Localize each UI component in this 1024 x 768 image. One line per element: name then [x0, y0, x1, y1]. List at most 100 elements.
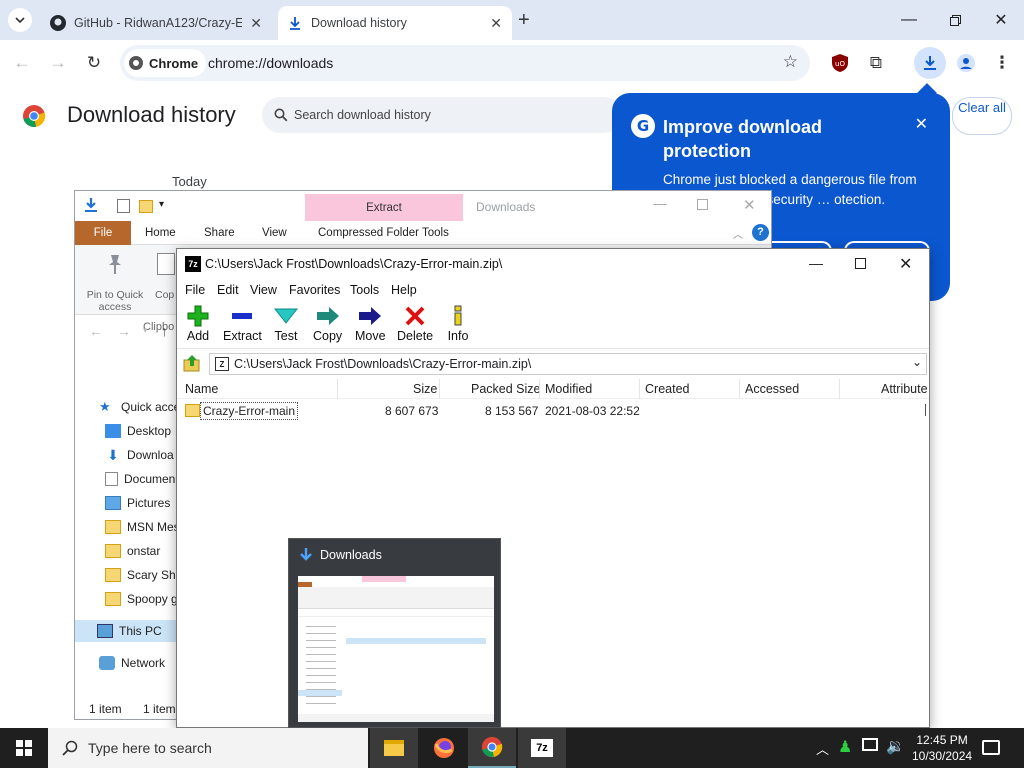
person-icon[interactable]: ♟	[838, 737, 852, 757]
menu-favorites[interactable]: Favorites	[289, 283, 340, 297]
chrome-logo-icon	[23, 105, 46, 127]
ribbon-tab-compressed[interactable]: Compressed Folder Tools	[318, 221, 449, 245]
taskbar-app-firefox[interactable]	[420, 728, 468, 768]
bookmark-star-icon[interactable]: ☆	[783, 52, 798, 72]
close-window-button[interactable]: ✕	[899, 254, 912, 274]
tab-search-button[interactable]	[8, 8, 32, 32]
ribbon-tab-home[interactable]: Home	[145, 221, 176, 245]
close-icon[interactable]: ✕	[490, 15, 502, 32]
column-modified[interactable]: Modified	[545, 382, 592, 396]
desktop-icon	[105, 424, 121, 438]
taskbar-app-7zip[interactable]: 7z	[518, 728, 566, 768]
restore-button[interactable]	[932, 0, 978, 40]
menu-edit[interactable]: Edit	[217, 283, 239, 297]
sidebar-item-downloads[interactable]: ⬇ Downloa	[105, 444, 185, 466]
downloads-toolbar-button[interactable]	[914, 47, 946, 79]
minimize-button[interactable]: —	[653, 195, 667, 211]
folder-icon[interactable]	[139, 200, 153, 213]
omnibox[interactable]: Chrome chrome://downloads ☆	[120, 45, 810, 81]
forward-button[interactable]: →	[44, 49, 72, 77]
menu-file[interactable]: File	[185, 283, 205, 297]
tab-github[interactable]: GitHub - RidwanA123/Crazy-Err ✕	[40, 6, 272, 40]
extract-context-tab[interactable]: Extract	[305, 194, 463, 221]
properties-icon[interactable]	[117, 199, 130, 213]
back-button[interactable]: ←	[89, 323, 103, 339]
start-button[interactable]	[0, 728, 48, 768]
delete-button[interactable]: Delete	[397, 303, 433, 343]
close-window-button[interactable]: ✕	[743, 196, 756, 214]
taskbar-clock[interactable]: 12:45 PM 10/30/2024	[912, 732, 972, 764]
column-accessed[interactable]: Accessed	[745, 382, 799, 396]
sidebar-item-documents[interactable]: Documen	[105, 468, 185, 490]
maximize-button[interactable]	[697, 199, 708, 210]
sidebar-item-folder[interactable]: MSN Mes	[105, 516, 185, 538]
extensions-icon[interactable]: ⧉	[862, 49, 890, 77]
reload-button[interactable]: ↻	[80, 49, 108, 77]
maximize-button[interactable]	[855, 258, 866, 269]
close-icon[interactable]: ✕	[915, 114, 928, 134]
column-packed-size[interactable]: Packed Size	[471, 382, 540, 396]
notification-icon[interactable]	[982, 740, 1000, 755]
tab-download-history[interactable]: Download history ✕	[278, 6, 512, 40]
sidebar-item-folder[interactable]: onstar	[105, 540, 185, 562]
taskbar-app-chrome[interactable]	[468, 728, 516, 768]
sidebar-item-quick-access[interactable]: ★ Quick acce	[99, 396, 179, 418]
help-icon[interactable]: ?	[752, 224, 769, 241]
menu-view[interactable]: View	[250, 283, 277, 297]
sidebar-item-pictures[interactable]: Pictures	[105, 492, 185, 514]
ribbon-tab-share[interactable]: Share	[204, 221, 235, 245]
taskbar-thumbnail[interactable]: Downloads	[288, 538, 501, 728]
profile-icon[interactable]	[952, 49, 980, 77]
menu-tools[interactable]: Tools	[350, 283, 379, 297]
pin-to-quick-access-button[interactable]: Pin to Quick access	[81, 289, 149, 313]
info-button[interactable]: Info	[445, 303, 471, 343]
chevron-up-icon[interactable]: ︿	[733, 226, 743, 241]
sidebar-item-folder[interactable]: Spoopy g	[105, 588, 185, 610]
taskbar-app-explorer[interactable]	[370, 728, 418, 768]
column-created[interactable]: Created	[645, 382, 689, 396]
column-size[interactable]: Size	[413, 382, 437, 396]
menu-icon[interactable]: ⋮	[988, 49, 1016, 77]
clear-all-button[interactable]: Clear all	[952, 97, 1012, 135]
up-folder-icon[interactable]	[183, 354, 201, 372]
sidebar-item-desktop[interactable]: Desktop	[105, 420, 185, 442]
sidebar-item-network[interactable]: Network	[99, 652, 179, 674]
forward-button[interactable]: →	[117, 323, 131, 339]
add-button[interactable]: Add	[185, 303, 211, 343]
close-icon[interactable]: ✕	[250, 15, 262, 32]
up-button[interactable]: ↑	[161, 323, 168, 339]
ribbon-tab-file[interactable]: File	[75, 221, 131, 245]
folder-icon	[105, 592, 121, 606]
address-bar[interactable]: Z C:\Users\Jack Frost\Downloads\Crazy-Er…	[209, 353, 927, 375]
minimize-button[interactable]: —	[809, 255, 823, 271]
chevron-down-icon[interactable]: ▾	[159, 199, 164, 210]
search-input[interactable]: Search download history	[262, 97, 622, 133]
row-size: 8 607 673	[385, 404, 439, 418]
move-button[interactable]: Move	[355, 303, 386, 343]
ribbon-tab-view[interactable]: View	[262, 221, 287, 245]
site-chip[interactable]: Chrome	[124, 49, 207, 77]
close-window-button[interactable]: ✕	[978, 0, 1024, 40]
chevron-down-icon[interactable]: ⌄	[912, 355, 922, 369]
back-button[interactable]: ←	[8, 49, 36, 77]
copy-button[interactable]: Cop	[155, 289, 174, 301]
network-icon[interactable]	[862, 738, 878, 751]
new-tab-button[interactable]: +	[518, 9, 530, 32]
copy-button[interactable]: Copy	[313, 303, 342, 343]
column-attributes[interactable]: Attribute	[881, 382, 928, 396]
minimize-button[interactable]: —	[886, 0, 932, 40]
chevron-up-icon[interactable]: ︿	[816, 739, 829, 758]
table-row[interactable]: Crazy-Error-main 8 607 673 8 153 567 202…	[177, 401, 929, 421]
download-icon: ⬇	[107, 447, 119, 463]
volume-icon[interactable]: 🔉	[886, 737, 905, 755]
taskbar-search-input[interactable]: Type here to search	[48, 728, 368, 768]
sidebar-item-this-pc[interactable]: This PC	[75, 620, 177, 642]
menu-help[interactable]: Help	[391, 283, 417, 297]
column-name[interactable]: Name	[185, 382, 218, 396]
test-button[interactable]: Test	[273, 303, 299, 343]
ublock-icon[interactable]: uO	[826, 49, 854, 77]
extract-button[interactable]: Extract	[223, 303, 262, 343]
sidebar-item-folder[interactable]: Scary Shi	[105, 564, 185, 586]
chevron-down-icon[interactable]: ▾	[143, 325, 148, 336]
folder-icon	[185, 404, 200, 417]
